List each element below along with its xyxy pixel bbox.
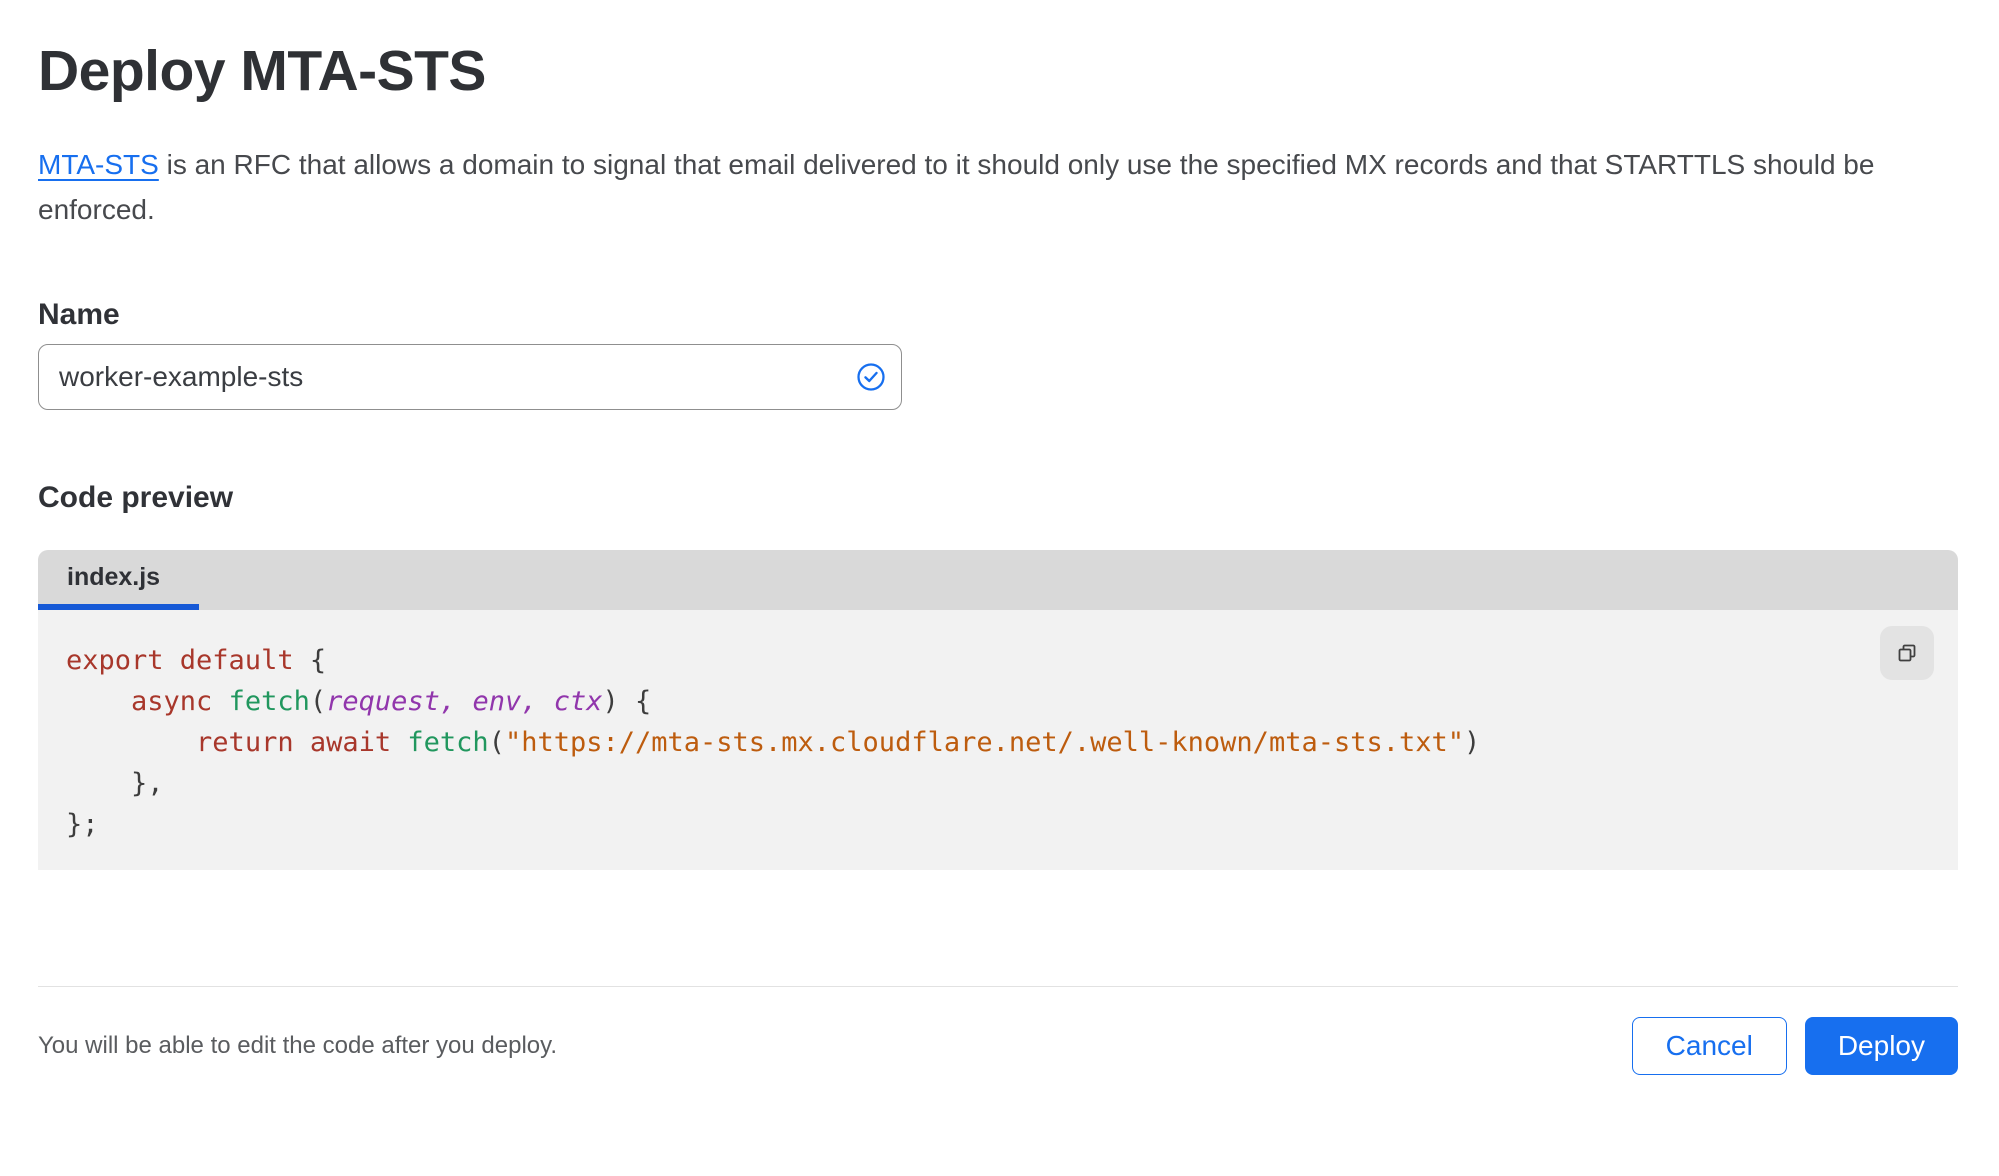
code-token: }, <box>66 768 164 799</box>
intro-text-rest: is an RFC that allows a domain to signal… <box>38 149 1875 225</box>
name-field <box>38 344 902 410</box>
code-token: request, <box>326 686 457 717</box>
cancel-button[interactable]: Cancel <box>1631 1017 1787 1075</box>
code-token: return await <box>196 727 392 758</box>
code-token: "https://mta-sts.mx.cloudflare.net/.well… <box>504 727 1465 758</box>
footer-note: You will be able to edit the code after … <box>38 1032 558 1059</box>
code-token: ctx <box>553 686 603 717</box>
code-token: async <box>131 686 213 717</box>
footer-divider <box>38 986 1958 987</box>
code-token: env, <box>472 686 538 717</box>
mta-sts-link[interactable]: MTA-STS <box>38 149 159 180</box>
code-token: fetch <box>407 727 489 758</box>
check-circle-icon <box>857 363 885 391</box>
copy-icon <box>1898 644 1916 662</box>
code-token: }; <box>66 809 99 840</box>
tab-index-js-label: index.js <box>67 562 161 591</box>
intro-text: MTA-STS is an RFC that allows a domain t… <box>38 142 1938 232</box>
code-token: export default <box>66 645 294 676</box>
code-block: export default { async fetch(request, en… <box>38 610 1958 870</box>
code-token: { <box>293 645 327 676</box>
tab-index-js[interactable]: index.js <box>38 550 199 610</box>
deploy-button[interactable]: Deploy <box>1804 1017 1958 1075</box>
code-token: ( <box>488 727 505 758</box>
code-preview-panel: export default { async fetch(request, en… <box>38 610 1958 870</box>
code-preview-label: Code preview <box>38 481 234 514</box>
code-token: ) <box>1464 727 1481 758</box>
copy-button[interactable] <box>1880 626 1934 680</box>
code-token: fetch <box>228 686 310 717</box>
code-tabbar: index.js <box>38 550 1958 610</box>
footer: You will be able to edit the code after … <box>38 1017 1958 1075</box>
code-token: ) { <box>602 686 652 717</box>
page-title: Deploy MTA-STS <box>38 39 486 103</box>
code-token: ( <box>309 686 327 717</box>
footer-actions: Cancel Deploy <box>1631 1017 1958 1075</box>
name-input[interactable] <box>38 344 902 410</box>
name-label: Name <box>38 298 120 331</box>
